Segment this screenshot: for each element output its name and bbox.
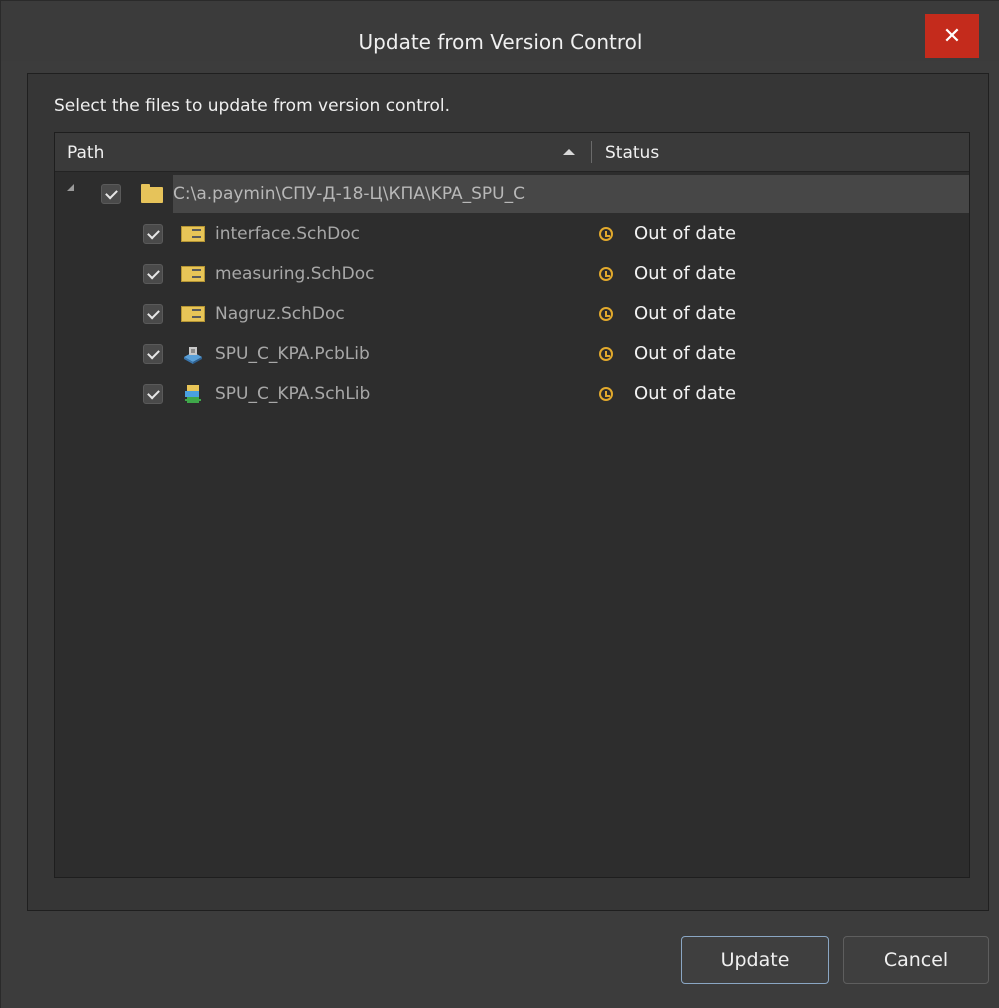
cancel-button[interactable]: Cancel: [843, 936, 989, 984]
file-checkbox[interactable]: [143, 264, 163, 284]
column-header-path[interactable]: Path: [67, 143, 104, 163]
schdoc-file-icon: [181, 306, 205, 322]
close-button[interactable]: ✕: [925, 14, 979, 58]
file-checkbox[interactable]: [143, 344, 163, 364]
root-checkbox[interactable]: [101, 184, 121, 204]
file-status: Out of date: [634, 303, 737, 324]
out-of-date-icon: [599, 227, 613, 241]
file-status: Out of date: [634, 223, 737, 244]
file-name: interface.SchDoc: [215, 224, 360, 244]
close-icon: ✕: [942, 23, 962, 49]
root-path-label: C:\a.paymin\СПУ-Д-18-Ц\КПА\KPA_SPU_C: [173, 184, 525, 204]
out-of-date-icon: [599, 307, 613, 321]
pcblib-file-icon: [181, 344, 205, 364]
schlib-file-icon: [181, 383, 205, 403]
file-checkbox[interactable]: [143, 304, 163, 324]
sort-ascending-icon[interactable]: [563, 149, 575, 155]
file-status: Out of date: [634, 343, 737, 364]
out-of-date-icon: [599, 267, 613, 281]
update-from-version-control-dialog: Update from Version Control ✕ Select the…: [0, 0, 999, 1008]
instructions-text: Select the files to update from version …: [54, 96, 451, 116]
table-row[interactable]: measuring.SchDoc Out of date: [55, 255, 969, 293]
collapse-triangle-icon[interactable]: [67, 184, 74, 191]
table-row[interactable]: SPU_C_KPA.SchLib Out of date: [55, 375, 969, 413]
title-bar: Update from Version Control ✕: [1, 1, 999, 61]
table-row[interactable]: Nagruz.SchDoc Out of date: [55, 295, 969, 333]
schdoc-file-icon: [181, 266, 205, 282]
file-status: Out of date: [634, 383, 737, 404]
grid-header: Path Status: [55, 133, 969, 172]
dialog-title: Update from Version Control: [358, 30, 643, 54]
dialog-content: Select the files to update from version …: [27, 73, 989, 911]
column-header-status[interactable]: Status: [605, 143, 659, 163]
folder-icon: [141, 184, 163, 203]
column-divider[interactable]: [591, 141, 592, 163]
file-checkbox[interactable]: [143, 384, 163, 404]
table-row[interactable]: SPU_C_KPA.PcbLib Out of date: [55, 335, 969, 373]
file-status: Out of date: [634, 263, 737, 284]
file-name: SPU_C_KPA.SchLib: [215, 384, 371, 404]
tree-root-row[interactable]: C:\a.paymin\СПУ-Д-18-Ц\КПА\KPA_SPU_C: [55, 175, 969, 213]
file-name: Nagruz.SchDoc: [215, 304, 345, 324]
files-grid[interactable]: Path Status C:\a.paymin\СПУ-Д-18-Ц\КПА\K…: [54, 132, 970, 878]
file-name: measuring.SchDoc: [215, 264, 375, 284]
out-of-date-icon: [599, 387, 613, 401]
file-name: SPU_C_KPA.PcbLib: [215, 344, 370, 364]
table-row[interactable]: interface.SchDoc Out of date: [55, 215, 969, 253]
file-checkbox[interactable]: [143, 224, 163, 244]
out-of-date-icon: [599, 347, 613, 361]
schdoc-file-icon: [181, 226, 205, 242]
update-button[interactable]: Update: [681, 936, 829, 984]
